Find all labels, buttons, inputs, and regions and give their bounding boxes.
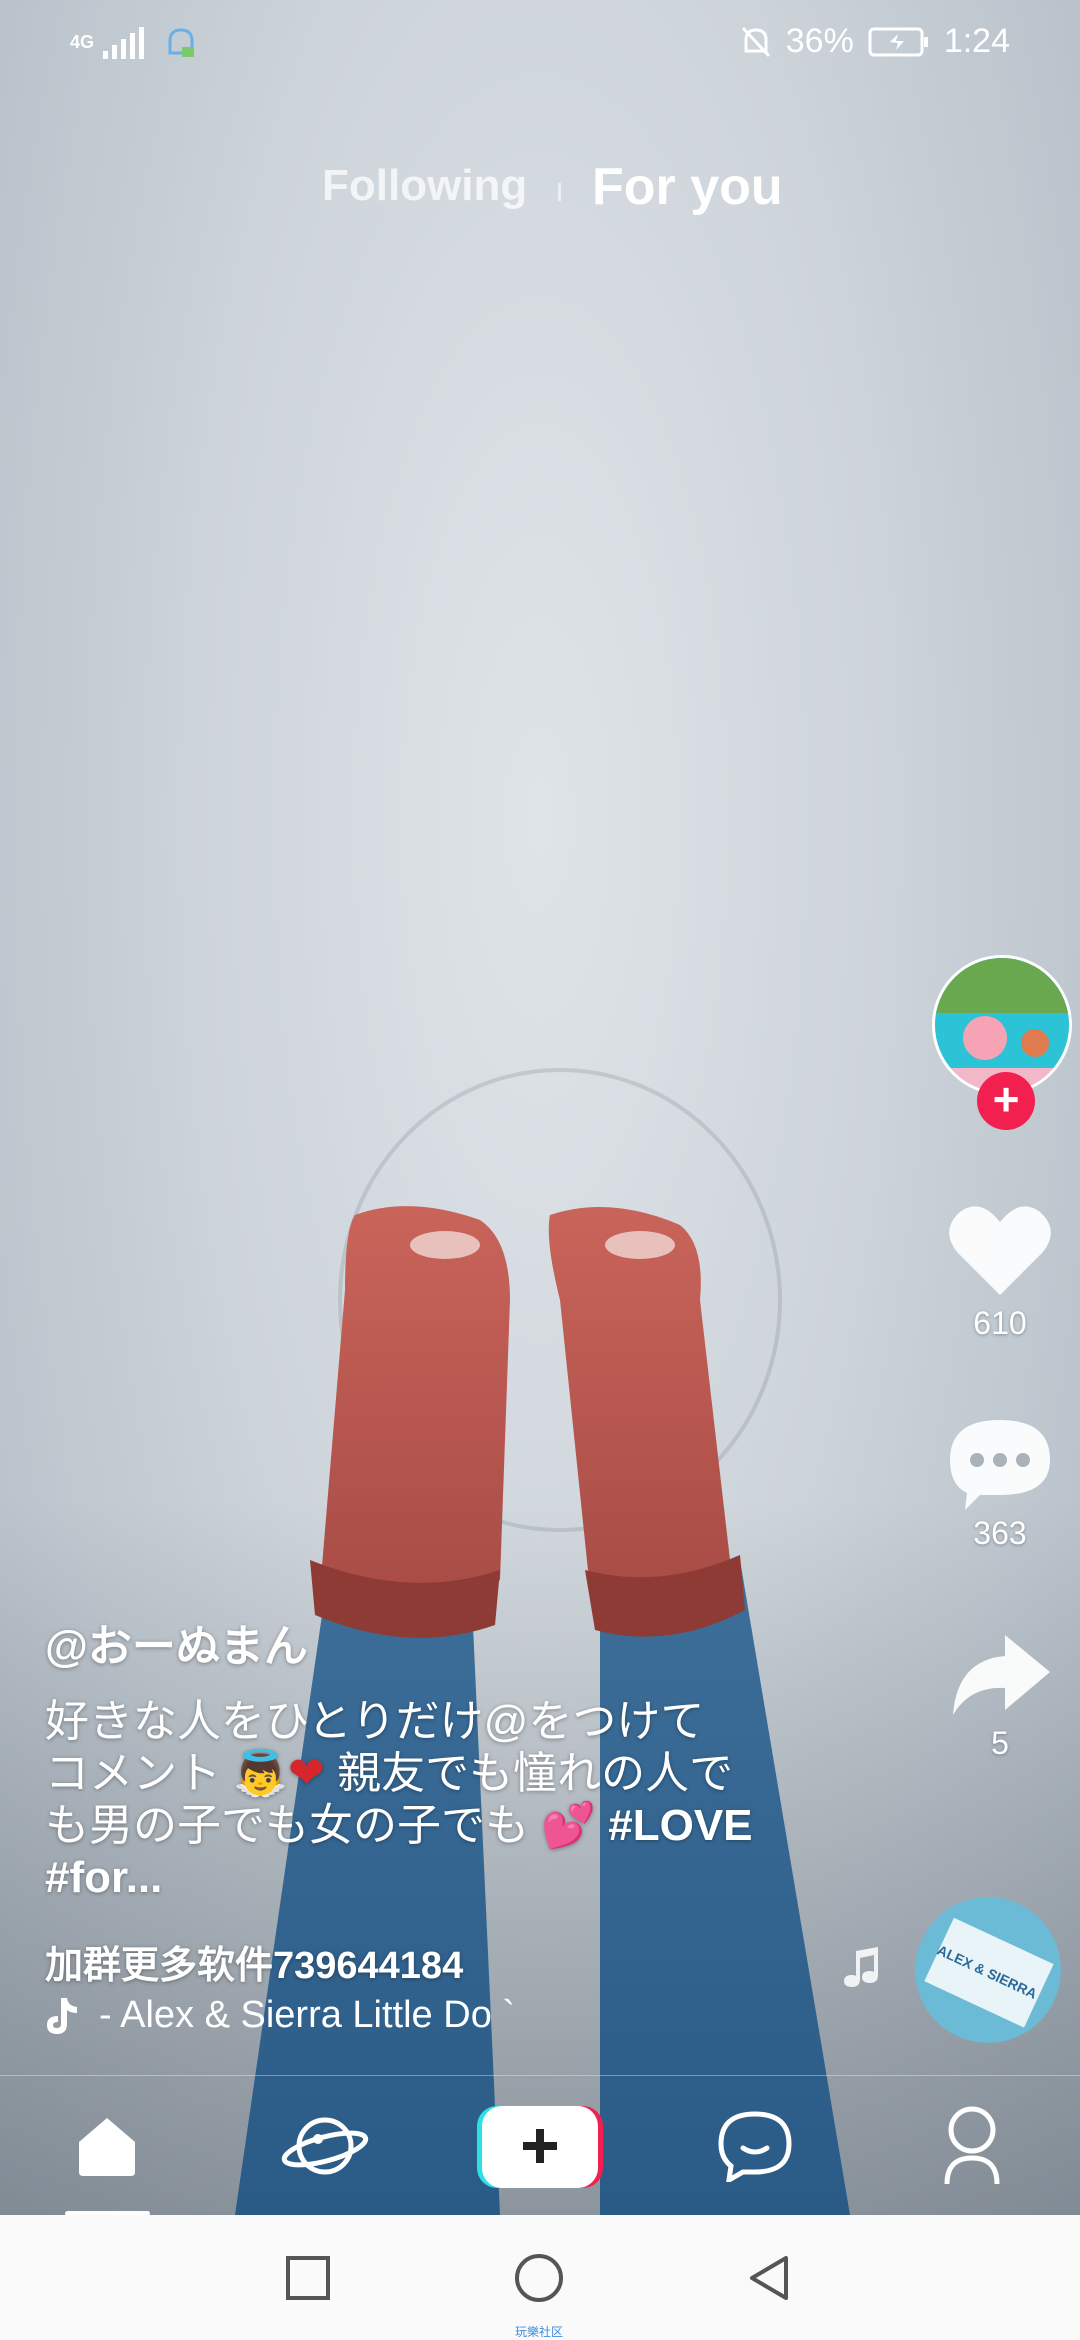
desc-line-2b: 親友でも憧れの人で [337,1749,734,1798]
comment-icon [950,1420,1050,1510]
two-hearts-emoji-icon: 💕 [541,1801,597,1850]
share-button[interactable]: 5 [920,1630,1080,1762]
feed-tabs: Following For you [0,155,1080,225]
promo-text: 加群更多软件739644184 [45,1945,464,1987]
creator-username[interactable]: @おーぬまん [45,1610,785,1674]
comment-button[interactable]: 363 [920,1415,1080,1552]
tiktok-note-icon [47,1997,77,2034]
nav-inbox[interactable] [675,2076,835,2216]
desc-line-2a: コメント [45,1749,221,1798]
follow-plus-button[interactable]: + [977,1072,1035,1130]
like-button[interactable]: 610 [920,1200,1080,1342]
video-description[interactable]: 好きな人をひとりだけ@をつけて コメント 👼❤ 親友でも憧れの人で も男の子でも… [45,1696,785,1904]
tab-following[interactable]: Following [322,161,527,211]
music-info[interactable]: - Alex & Sierra Little Do ` [45,1994,515,2037]
signal-icon [103,27,145,59]
tab-for-you[interactable]: For you [592,157,783,217]
clock: 1:24 [943,22,1010,60]
battery-percent: 36% [785,22,854,60]
heart-icon [949,1206,1051,1295]
desc-line-3a: も男の子でも女の子でも [45,1801,529,1850]
video-caption: @おーぬまん 好きな人をひとりだけ@をつけて コメント 👼❤ 親友でも憧れの人で… [45,1610,785,1989]
tiktok-screen: 4G 36% 1:24 Following For you + 610 363 … [0,0,1080,2340]
music-disc[interactable]: ALEX & SIERRA [915,1897,1061,2043]
desc-line-2: コメント 👼❤ 親友でも憧れの人で [45,1748,785,1800]
status-right: 36% 1:24 [740,22,1010,61]
battery-icon [868,27,928,56]
system-navigation-bar: 玩樂社区 [0,2215,1080,2340]
share-arrow-icon [953,1635,1050,1715]
music-note-icon [844,1947,878,1987]
mute-bell-icon [741,26,770,57]
desc-line-4[interactable]: #for... [45,1852,785,1904]
desc-line-3: も男の子でも女の子でも 💕 #LOVE [45,1800,785,1852]
chat-bubble-icon [718,2111,792,2182]
signal-area: 4G [70,25,198,61]
create-video-button[interactable] [477,2106,603,2188]
recent-apps-square-icon[interactable] [283,2253,333,2303]
notification-bell-icon [168,28,195,57]
planet-icon [281,2117,369,2175]
like-count: 610 [973,1305,1027,1341]
back-triangle-icon[interactable] [744,2253,794,2303]
network-type: 4G [70,31,95,52]
watermark-text: 玩樂社区 [515,2325,564,2339]
angel-emoji-icon: 👼 [233,1749,289,1798]
nav-discover[interactable] [245,2076,405,2216]
tab-divider [558,183,561,201]
plus-icon [477,2106,603,2188]
home-icon [79,2118,135,2176]
home-circle-icon[interactable] [514,2253,564,2303]
share-count: 5 [991,1725,1009,1761]
red-heart-emoji-icon: ❤ [288,1749,325,1798]
disc-image: ALEX & SIERRA [915,1897,1061,2043]
status-bar: 4G 36% 1:24 [0,0,1080,90]
nav-home[interactable] [27,2076,187,2216]
hashtag-love[interactable]: #LOVE [608,1801,752,1850]
music-title: - Alex & Sierra Little Do ` [99,1994,516,2036]
person-icon [944,2106,1000,2185]
nav-profile[interactable] [892,2076,1052,2216]
bottom-nav [0,2075,1080,2216]
desc-line-1: 好きな人をひとりだけ@をつけて [45,1697,705,1746]
comment-count: 363 [973,1515,1027,1551]
